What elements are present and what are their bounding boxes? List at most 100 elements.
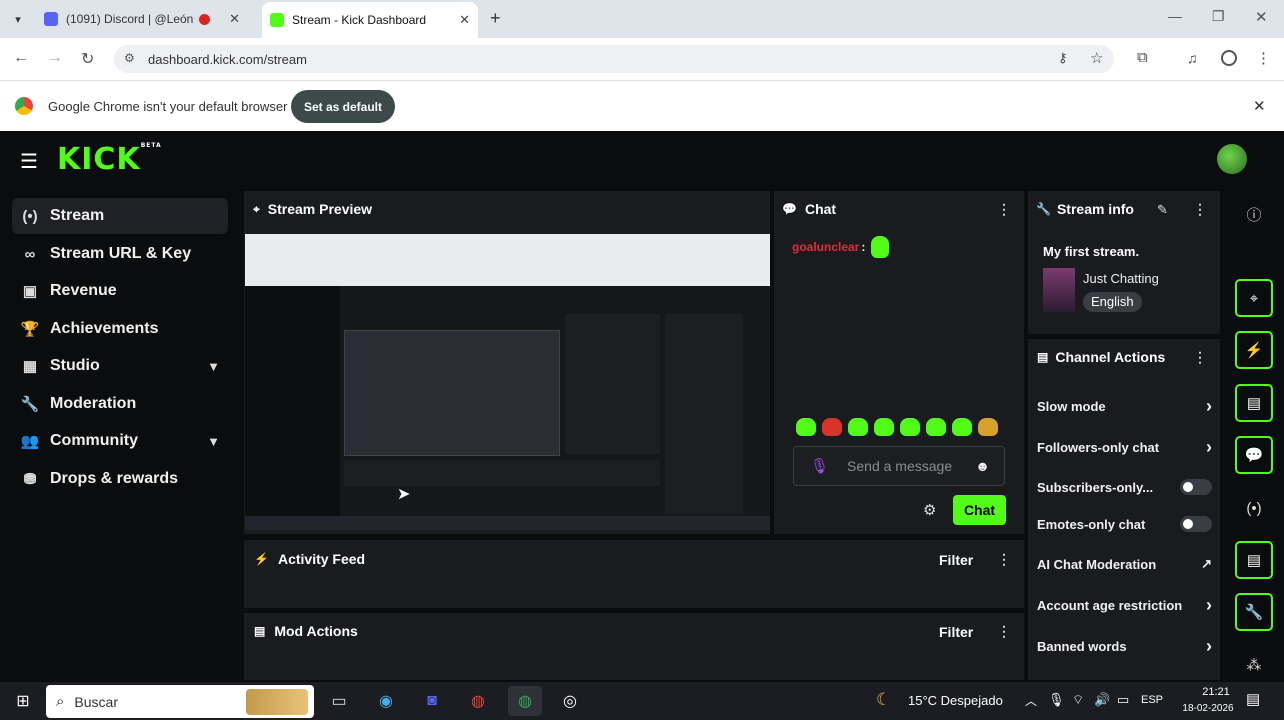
taskbar-search-box[interactable]: ⌕ Buscar: [46, 685, 314, 718]
subscribers-only-toggle[interactable]: [1180, 479, 1212, 495]
address-field[interactable]: ⚙ dashboard.kick.com/stream ⚷ ☆: [114, 45, 1114, 73]
mod-filter-button[interactable]: Filter: [939, 624, 973, 640]
chrome-active-icon[interactable]: ◍: [508, 686, 542, 716]
microphone-icon[interactable]: 🎙: [810, 457, 829, 475]
kick-logo[interactable]: KICKBETA: [57, 142, 162, 177]
edge-icon[interactable]: ◉: [369, 686, 403, 716]
chevron-down-icon[interactable]: ▼: [207, 434, 220, 449]
sidebar-item-drops-rewards[interactable]: ⛃ Drops & rewards: [12, 461, 228, 497]
followers-only-row[interactable]: Followers-only chat ›: [1037, 436, 1212, 458]
extensions-icon[interactable]: ⧉: [1137, 49, 1148, 66]
media-control-icon[interactable]: ♫: [1187, 50, 1198, 66]
discord-icon[interactable]: ◙: [415, 686, 449, 716]
emote-icon[interactable]: [848, 418, 868, 436]
emote-icon[interactable]: [822, 418, 842, 436]
slow-mode-row[interactable]: Slow mode ›: [1037, 395, 1212, 417]
sidebar-item-revenue[interactable]: ▣ Revenue: [12, 273, 228, 309]
back-icon[interactable]: ←: [13, 49, 29, 67]
rail-stream-info-button[interactable]: 🔧: [1235, 593, 1273, 631]
close-tab-icon[interactable]: ✕: [459, 12, 470, 28]
rail-more-icon[interactable]: ⁂: [1235, 650, 1273, 680]
chrome-menu-icon[interactable]: ⋮: [1256, 49, 1271, 67]
rail-channel-actions-button[interactable]: ▤: [1235, 541, 1273, 579]
chat-username[interactable]: goalunclear: [792, 240, 859, 254]
emoji-picker-icon[interactable]: ☻: [975, 458, 990, 474]
sidebar-item-stream[interactable]: (•) Stream: [12, 198, 228, 234]
clock-time[interactable]: 21:21: [1188, 686, 1244, 698]
restore-icon[interactable]: ❐: [1212, 8, 1225, 25]
clock-date[interactable]: 18-02-2026: [1172, 703, 1244, 714]
battery-icon[interactable]: ▭: [1117, 692, 1129, 708]
sidebar-item-achievements[interactable]: 🏆 Achievements: [12, 311, 228, 347]
ai-chat-moderation-row[interactable]: AI Chat Moderation ↗: [1037, 553, 1212, 575]
windows-start-icon[interactable]: ⊞: [6, 686, 40, 716]
sidebar-item-stream-url-key[interactable]: ∞ Stream URL & Key: [12, 236, 228, 272]
minimize-icon[interactable]: —: [1168, 8, 1182, 24]
channel-actions-options-icon[interactable]: ⋮: [1193, 349, 1207, 366]
close-window-icon[interactable]: ✕: [1255, 8, 1268, 26]
chat-settings-icon[interactable]: ⚙: [923, 501, 936, 519]
edit-stream-info-icon[interactable]: ✎: [1157, 202, 1168, 218]
emote-icon[interactable]: [796, 418, 816, 436]
new-tab-icon[interactable]: +: [490, 8, 501, 29]
microphone-tray-icon[interactable]: 🎙: [1048, 692, 1065, 708]
user-avatar[interactable]: [1217, 144, 1247, 174]
sidebar-item-moderation[interactable]: 🔧 Moderation: [12, 386, 228, 422]
chrome-icon[interactable]: ◍: [461, 686, 495, 716]
volume-icon[interactable]: 🔊: [1094, 692, 1110, 708]
mod-options-icon[interactable]: ⋮: [997, 623, 1011, 640]
emote-icon[interactable]: [978, 418, 998, 436]
chat-input-field[interactable]: 🎙 Send a message ☻: [793, 446, 1005, 486]
tab-discord[interactable]: (1091) Discord | @León ✕: [36, 4, 248, 34]
send-chat-button[interactable]: Chat: [953, 495, 1006, 525]
reload-icon[interactable]: ↻: [81, 49, 94, 69]
account-age-row[interactable]: Account age restriction ›: [1037, 594, 1212, 616]
tab-kick-dashboard[interactable]: Stream - Kick Dashboard ✕: [262, 2, 478, 38]
emotes-only-toggle[interactable]: [1180, 516, 1212, 532]
site-info-icon[interactable]: ⚙: [124, 51, 135, 65]
notification-icon[interactable]: ▤: [1246, 690, 1260, 708]
activity-filter-button[interactable]: Filter: [939, 552, 973, 568]
rail-mod-actions-button[interactable]: ▤: [1235, 384, 1273, 422]
bookmark-star-icon[interactable]: ☆: [1090, 49, 1103, 67]
weather-text[interactable]: 15°C Despejado: [908, 693, 1003, 708]
stream-preview-header: ⌖ Stream Preview: [253, 201, 372, 217]
emote-icon[interactable]: [900, 418, 920, 436]
obs-icon[interactable]: ◎: [553, 686, 587, 716]
mouse-cursor-icon: ➤: [397, 486, 411, 503]
rail-stream-preview-button[interactable]: ⌖: [1235, 279, 1273, 317]
banned-words-row[interactable]: Banned words ›: [1037, 635, 1212, 657]
stream-category[interactable]: Just Chatting: [1083, 271, 1159, 286]
task-view-icon[interactable]: ▭: [322, 686, 356, 716]
stream-preview-video[interactable]: ➤: [245, 234, 770, 530]
emote-icon[interactable]: [874, 418, 894, 436]
stream-info-options-icon[interactable]: ⋮: [1193, 201, 1207, 218]
set-default-button[interactable]: Set as default: [291, 90, 395, 123]
emote-icon[interactable]: [952, 418, 972, 436]
info-icon[interactable]: ⓘ: [1235, 199, 1273, 229]
subscribers-only-row: Subscribers-only...: [1037, 476, 1212, 498]
forward-icon[interactable]: →: [47, 49, 63, 67]
chevron-down-icon[interactable]: ▼: [207, 359, 220, 374]
password-key-icon[interactable]: ⚷: [1058, 50, 1068, 66]
hamburger-menu-icon[interactable]: ☰: [20, 149, 38, 174]
people-icon: 👥: [20, 433, 40, 450]
tray-chevron-icon[interactable]: ︿: [1025, 692, 1037, 709]
activity-options-icon[interactable]: ⋮: [997, 551, 1011, 568]
network-icon[interactable]: ⌔: [1072, 692, 1084, 708]
tab-search-button[interactable]: ▾: [8, 9, 28, 29]
rail-activity-button[interactable]: ⚡: [1235, 331, 1273, 369]
sidebar-item-community[interactable]: 👥 Community ▼: [12, 423, 228, 459]
close-tab-icon[interactable]: ✕: [229, 11, 240, 27]
close-infobar-icon[interactable]: ✕: [1253, 97, 1266, 115]
language-indicator[interactable]: ESP: [1141, 694, 1163, 706]
emote-icon[interactable]: [926, 418, 946, 436]
rail-chat-button[interactable]: 💬: [1235, 436, 1273, 474]
chevron-right-icon: ›: [1206, 594, 1212, 615]
sidebar-item-studio[interactable]: ▦ Studio ▼: [12, 348, 228, 384]
channel-actions-icon: ▤: [1037, 350, 1049, 364]
rail-broadcast-icon[interactable]: (•): [1235, 493, 1273, 523]
chat-colon: :: [861, 240, 866, 254]
profile-icon[interactable]: [1221, 50, 1237, 66]
chat-options-icon[interactable]: ⋮: [997, 201, 1011, 218]
